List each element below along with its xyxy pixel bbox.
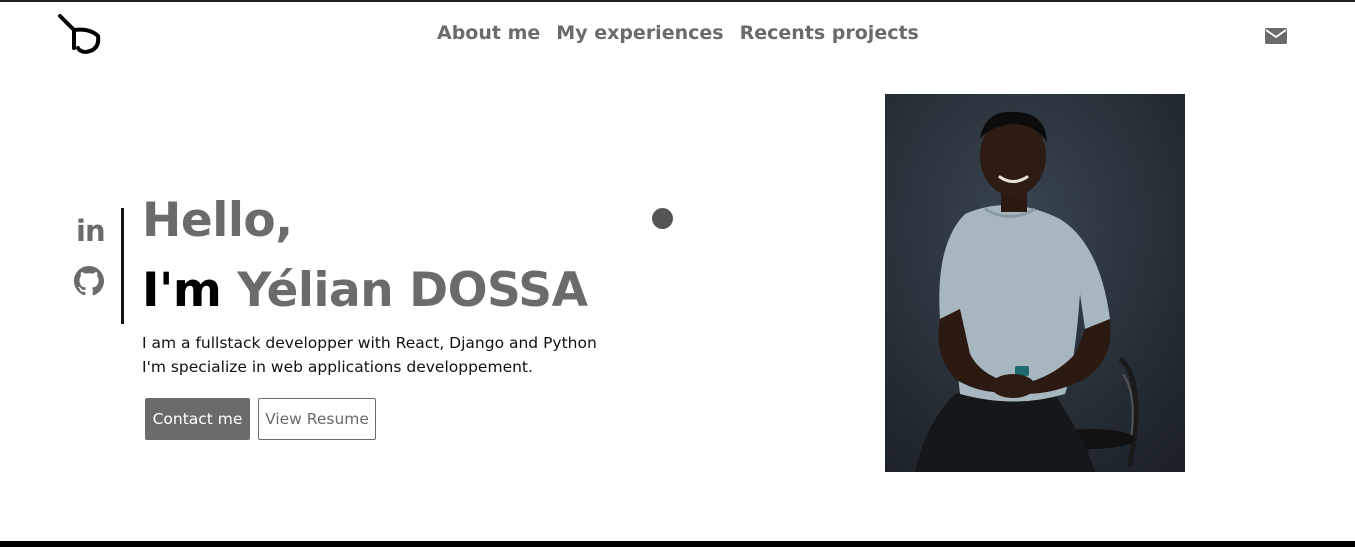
top-border — [0, 0, 1355, 2]
hero-description-line-2: I'm specialize in web applications devel… — [142, 358, 533, 376]
yd-logo[interactable] — [56, 14, 104, 54]
nav-about-me[interactable]: About me — [437, 22, 540, 44]
contact-me-button[interactable]: Contact me — [145, 398, 250, 440]
envelope-icon[interactable] — [1265, 27, 1287, 45]
linkedin-link[interactable]: in — [74, 214, 106, 248]
linkedin-icon: in — [76, 214, 106, 248]
bottom-border — [0, 541, 1355, 547]
hero-name-line: I'm Yélian DOSSA — [142, 263, 588, 318]
hero-description: I am a fullstack developper with React, … — [142, 331, 597, 379]
nav-my-experiences[interactable]: My experiences — [556, 22, 723, 44]
main-nav: About me My experiences Recents projects — [437, 22, 919, 44]
hero-name-prefix: I'm — [142, 263, 238, 318]
nav-recent-projects[interactable]: Recents projects — [740, 22, 919, 44]
view-resume-button[interactable]: View Resume — [258, 398, 376, 440]
hero-greeting: Hello, — [142, 193, 293, 248]
social-links: in — [74, 214, 108, 298]
hero-description-line-1: I am a fullstack developper with React, … — [142, 334, 597, 352]
github-link[interactable] — [74, 266, 106, 298]
profile-photo-illustration — [885, 94, 1185, 472]
profile-photo — [885, 94, 1185, 472]
github-icon — [74, 266, 104, 296]
hero-name: Yélian DOSSA — [237, 263, 588, 318]
hero-divider — [121, 208, 124, 324]
decorative-dot — [652, 208, 673, 229]
